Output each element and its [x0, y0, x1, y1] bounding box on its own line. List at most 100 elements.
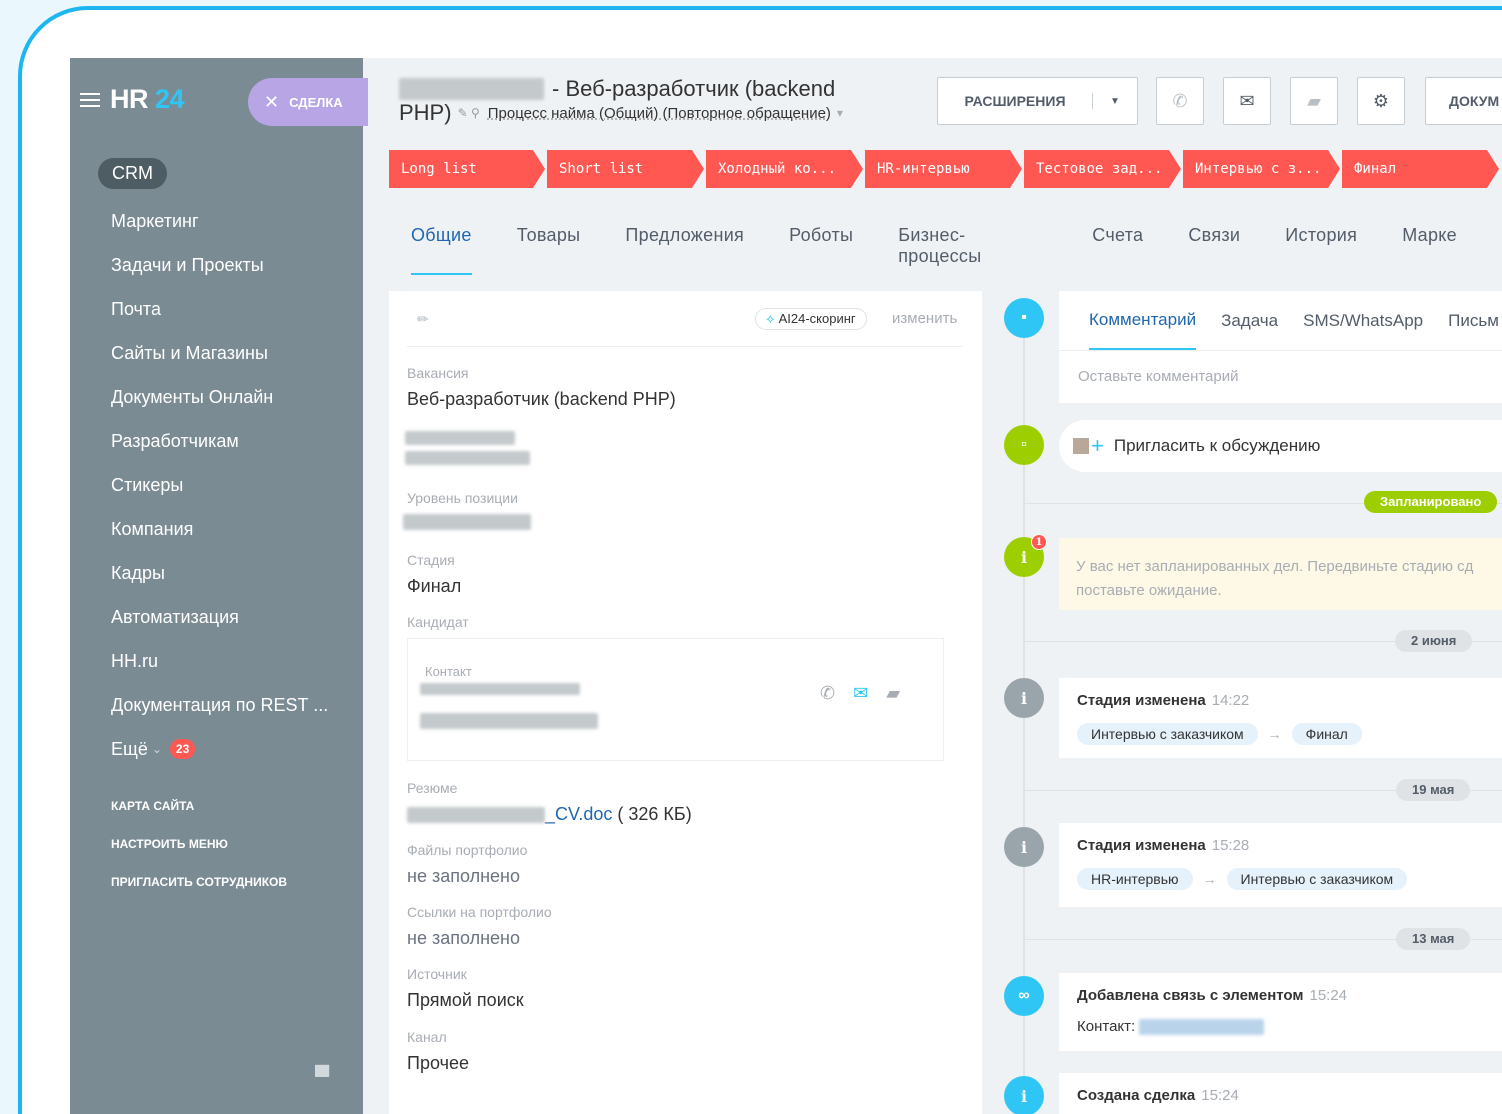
- sidebar-item-developers[interactable]: Разработчикам: [98, 419, 328, 463]
- ai-scoring-label: AI24-скоринг: [778, 311, 856, 326]
- candidate-label: Кандидат: [407, 614, 469, 630]
- stage-test-task[interactable]: Тестовое зад...: [1024, 150, 1181, 188]
- comment-input[interactable]: Оставьте комментарий: [1059, 351, 1502, 403]
- sidebar-item-sites[interactable]: Сайты и Магазины: [98, 331, 328, 375]
- extensions-button[interactable]: РАСШИРЕНИЯ ▼: [937, 77, 1138, 125]
- arrow-right-icon: →: [1202, 871, 1217, 887]
- event-title: Создана сделка: [1077, 1087, 1196, 1104]
- resume-file-link[interactable]: _CV.doc: [545, 804, 612, 824]
- tab-sms[interactable]: SMS/WhatsApp: [1303, 293, 1423, 349]
- redacted-name: [399, 78, 544, 100]
- edit-link-icon[interactable]: ✎ ⚲: [458, 106, 480, 120]
- tab-robots[interactable]: Роботы: [789, 225, 853, 275]
- stage-hr-interview[interactable]: HR-интервью: [865, 150, 1022, 188]
- sidebar-item-hhru[interactable]: HH.ru: [98, 639, 328, 683]
- stage-cold[interactable]: Холодный ко...: [706, 150, 863, 188]
- redacted-level-value: [403, 514, 531, 530]
- mail-button[interactable]: ✉: [1223, 77, 1271, 125]
- tab-products[interactable]: Товары: [517, 225, 581, 275]
- sidebar-item-hr[interactable]: Кадры: [98, 551, 328, 595]
- sidebar-item-stickers[interactable]: Стикеры: [98, 463, 328, 507]
- phone-icon: ✆: [1172, 90, 1188, 111]
- contact-label: Контакт: [425, 664, 472, 679]
- deal-close-button[interactable]: ✕ СДЕЛКА: [248, 78, 368, 126]
- comment-editor: Комментарий Задача SMS/WhatsApp Письм Ос…: [1059, 291, 1502, 403]
- sidebar-menu: CRM Маркетинг Задачи и Проекты Почта Сай…: [98, 158, 328, 901]
- phone-icon[interactable]: ✆: [820, 683, 835, 704]
- sidebar-item-rest-docs[interactable]: Документация по REST ...: [98, 683, 328, 727]
- process-selector[interactable]: Процесс найма (Общий) (Повторное обращен…: [488, 105, 831, 122]
- stage-final[interactable]: Финал: [1342, 150, 1499, 188]
- timeline-event: Стадия изменена 15:28 HR-интервью → Интер…: [1059, 823, 1502, 907]
- invite-employees-link[interactable]: ПРИГЛАСИТЬ СОТРУДНИКОВ: [98, 863, 328, 901]
- brand-logo[interactable]: HR 24: [80, 84, 185, 115]
- timeline-event: Добавлена связь с элементом 15:24 Контакт…: [1059, 973, 1502, 1051]
- date-badge: 2 июня: [1395, 630, 1473, 652]
- planned-badge: Запланировано: [1364, 491, 1498, 513]
- event-time: 14:22: [1211, 692, 1250, 709]
- tab-invoices[interactable]: Счета: [1092, 225, 1143, 275]
- channel-value: Прочее: [407, 1053, 469, 1073]
- stage-label: Стадия: [407, 552, 455, 568]
- comment-icon: ▪: [1004, 298, 1044, 338]
- sidebar-item-marketing[interactable]: Маркетинг: [98, 199, 328, 243]
- stage-short-list[interactable]: Short list: [547, 150, 704, 188]
- sidebar-item-automation[interactable]: Автоматизация: [98, 595, 328, 639]
- extensions-label: РАСШИРЕНИЯ: [938, 93, 1093, 109]
- envelope-icon[interactable]: ✉: [853, 683, 868, 704]
- app-window: HR 24 ✕ СДЕЛКА CRM Маркетинг Задачи и Пр…: [70, 58, 1502, 1114]
- sitemap-link[interactable]: КАРТА САЙТА: [98, 787, 328, 825]
- sidebar-item-crm[interactable]: CRM: [98, 158, 167, 189]
- tab-offers[interactable]: Предложения: [625, 225, 744, 275]
- stage-long-list[interactable]: Long list: [389, 150, 545, 188]
- menu-icon[interactable]: [80, 92, 100, 107]
- tab-email[interactable]: Письм: [1448, 293, 1499, 349]
- redacted-field: [405, 431, 515, 445]
- close-icon: ✕: [264, 91, 280, 112]
- invite-discussion-row[interactable]: + Пригласить к обсуждению: [1059, 420, 1502, 472]
- change-link[interactable]: изменить: [892, 310, 957, 327]
- settings-button[interactable]: ⚙: [1357, 77, 1405, 125]
- phone-button[interactable]: ✆: [1156, 77, 1204, 125]
- sidebar-item-mail[interactable]: Почта: [98, 287, 328, 331]
- tab-history[interactable]: История: [1285, 225, 1357, 275]
- deal-details-card: ✏ ⟡ AI24-скоринг изменить Вакансия Веб-ра…: [389, 291, 982, 1114]
- chat-icon: ▰: [1307, 90, 1321, 111]
- event-time: 15:24: [1309, 987, 1348, 1004]
- info-icon: i: [1004, 1076, 1044, 1114]
- sidebar-item-company[interactable]: Компания: [98, 507, 328, 551]
- tab-business-processes[interactable]: Бизнес-процессы: [898, 225, 1047, 275]
- tab-links[interactable]: Связи: [1188, 225, 1240, 275]
- ai-scoring-badge[interactable]: ⟡ AI24-скоринг: [755, 308, 867, 330]
- chevron-down-icon[interactable]: ▾: [837, 106, 843, 120]
- sidebar-item-tasks[interactable]: Задачи и Проекты: [98, 243, 328, 287]
- vacancy-value: Веб-разработчик (backend PHP): [407, 389, 676, 409]
- contact-card[interactable]: Контакт ✆ ✉ ▰: [407, 638, 944, 761]
- sidebar-item-documents[interactable]: Документы Онлайн: [98, 375, 328, 419]
- event-body: Контакт:: [1077, 1018, 1136, 1035]
- sidebar-item-more[interactable]: Ещё ⌄ 23: [98, 727, 328, 771]
- documents-button[interactable]: ДОКУМ: [1425, 77, 1502, 125]
- pencil-icon[interactable]: ✏: [417, 311, 429, 328]
- arrow-right-icon: →: [1267, 726, 1282, 742]
- avatar: [1073, 438, 1089, 454]
- chevron-down-icon[interactable]: ▼: [1093, 96, 1137, 107]
- invite-label: Пригласить к обсуждению: [1113, 436, 1321, 455]
- channel-label: Канал: [407, 1029, 447, 1045]
- page-title: - Веб-разработчик (backend: [399, 76, 835, 102]
- tab-comment[interactable]: Комментарий: [1089, 292, 1197, 350]
- resume-label: Резюме: [407, 780, 458, 796]
- stage-client-interview[interactable]: Интервью с з...: [1183, 150, 1340, 188]
- envelope-icon: ✉: [1239, 90, 1255, 111]
- printer-icon[interactable]: ▀: [315, 1066, 329, 1089]
- title-text-2: PHP): [399, 100, 452, 125]
- tab-task[interactable]: Задача: [1221, 293, 1278, 349]
- tab-marketplace[interactable]: Марке: [1402, 225, 1457, 275]
- chat-icon[interactable]: ▰: [886, 683, 900, 704]
- configure-menu-link[interactable]: НАСТРОИТЬ МЕНЮ: [98, 825, 328, 863]
- portfolio-links-value: не заполнено: [407, 928, 520, 948]
- chat-button[interactable]: ▰: [1290, 77, 1338, 125]
- redacted-filename: [407, 807, 545, 824]
- portfolio-files-label: Файлы портфолио: [407, 842, 528, 858]
- tab-general[interactable]: Общие: [411, 225, 472, 275]
